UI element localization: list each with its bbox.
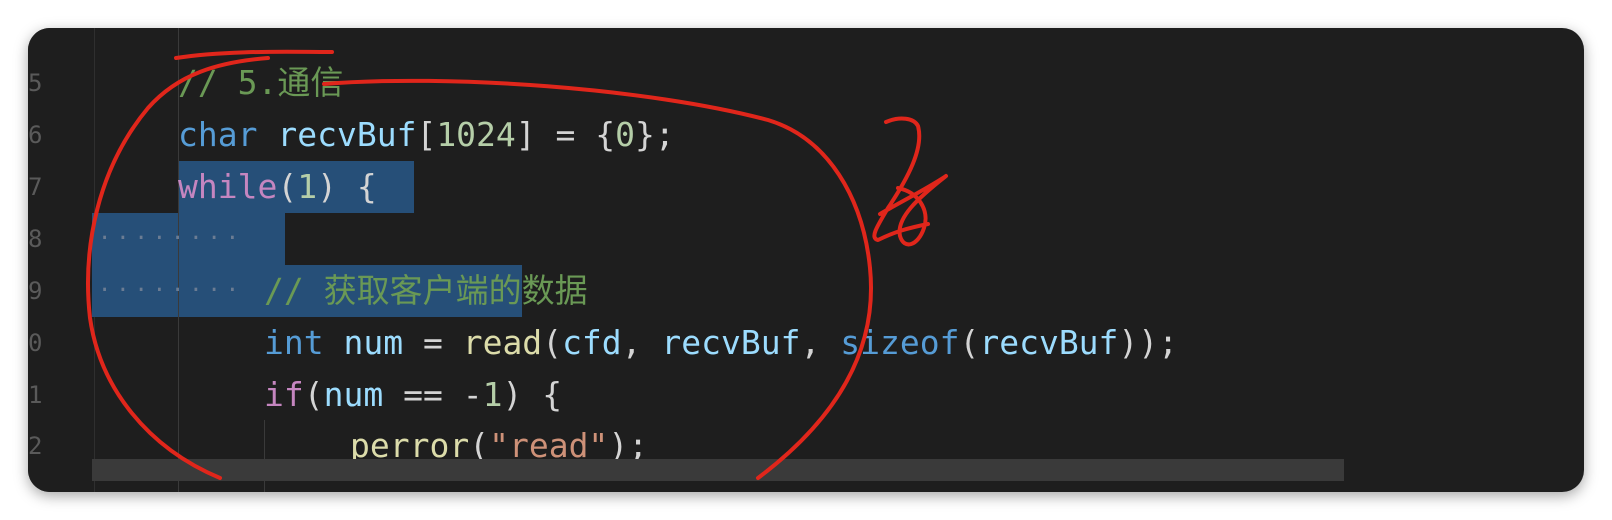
code-token-punc: [	[416, 115, 437, 154]
code-token-var: cfd	[562, 323, 622, 362]
code-token-punc	[324, 323, 344, 362]
code-token-punc: };	[635, 115, 675, 154]
code-token-num: 1	[297, 167, 318, 206]
code-editor-window: 56789012 ········ ········ // 5.通信 char r…	[28, 28, 1584, 492]
code-token-punc: ,	[800, 323, 841, 362]
code-token-keyword: int	[264, 323, 324, 362]
code-token-punc: (	[277, 167, 298, 206]
code-token-punc: =	[403, 323, 463, 362]
code-token-comment: // 获取客户端的数据	[264, 271, 588, 310]
code-token-var: num	[343, 323, 404, 362]
code-token-punc: (	[542, 323, 563, 362]
code-token-punc: ) {	[502, 375, 563, 414]
code-token-num: 0	[615, 115, 636, 154]
code-area[interactable]: // 5.通信 char recvBuf[1024] = {0}; while(1)…	[28, 28, 1584, 492]
code-token-num: 1	[482, 375, 503, 414]
code-line[interactable]: while(1) {	[178, 161, 377, 213]
code-token-comment: // 5.通信	[178, 63, 344, 102]
code-token-num: 1024	[436, 115, 516, 154]
code-token-control: if	[264, 375, 304, 414]
code-token-var: recvBuf	[277, 115, 417, 154]
code-line[interactable]: int num = read(cfd, recvBuf, sizeof(recv…	[264, 317, 1178, 369]
code-token-var: recvBuf	[661, 323, 801, 362]
code-token-punc: (	[303, 375, 324, 414]
code-token-punc: ] = {	[515, 115, 616, 154]
code-token-var: num	[323, 375, 384, 414]
code-token-punc: (	[959, 323, 980, 362]
code-token-punc: ,	[621, 323, 662, 362]
code-line[interactable]: if(num == -1) {	[264, 369, 562, 421]
code-line[interactable]: // 获取客户端的数据	[264, 265, 588, 317]
code-token-control: while	[178, 167, 278, 206]
code-token-punc: ) {	[317, 167, 377, 206]
code-line[interactable]: // 5.通信	[178, 57, 343, 109]
horizontal-scrollbar[interactable]	[92, 459, 1344, 481]
code-token-keyword: sizeof	[840, 323, 960, 362]
code-token-keyword: char	[178, 115, 258, 154]
code-token-punc	[257, 115, 277, 154]
code-line[interactable]: char recvBuf[1024] = {0};	[178, 109, 675, 161]
code-token-punc: == -	[383, 375, 483, 414]
code-token-fn: read	[462, 323, 543, 362]
code-token-var: recvBuf	[979, 323, 1119, 362]
code-token-punc: ));	[1118, 323, 1179, 362]
